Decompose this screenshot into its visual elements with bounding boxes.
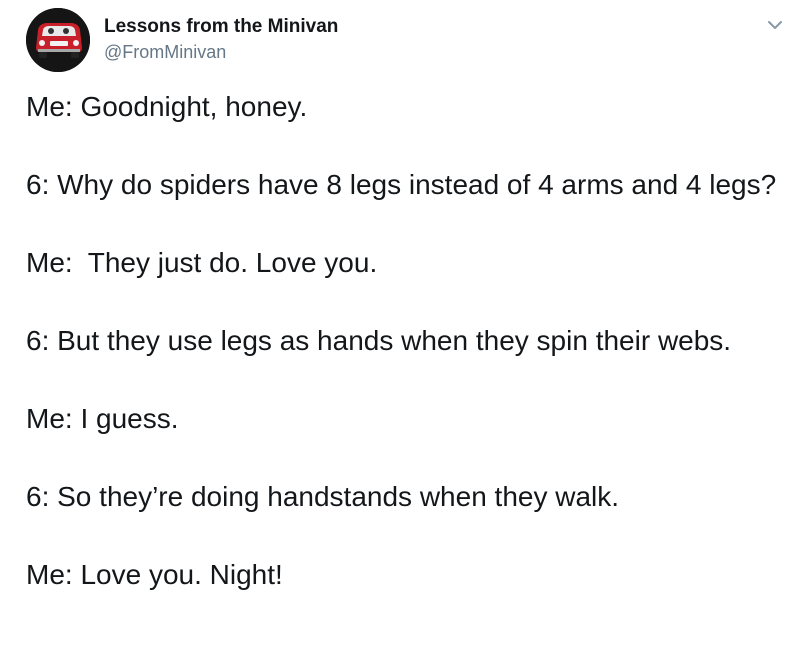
author-display-name[interactable]: Lessons from the Minivan bbox=[104, 16, 338, 38]
tweet-line: Me: I guess. bbox=[26, 403, 179, 434]
chevron-down-icon bbox=[768, 21, 782, 29]
author-handle[interactable]: @FromMinivan bbox=[104, 42, 226, 63]
tweet-text: Me: Goodnight, honey. 6: Why do spiders … bbox=[26, 90, 786, 636]
tweet-line: 6: Why do spiders have 8 legs instead of… bbox=[26, 169, 777, 200]
avatar[interactable] bbox=[26, 8, 90, 72]
tweet-card: Lessons from the Minivan @FromMinivan Me… bbox=[0, 0, 800, 665]
tweet-line: 6: So they’re doing handstands when they… bbox=[26, 481, 620, 512]
tweet-header: Lessons from the Minivan @FromMinivan bbox=[26, 6, 786, 72]
tweet-line: Me: They just do. Love you. bbox=[26, 247, 378, 278]
tweet-line: Me: Love you. Night! bbox=[26, 559, 283, 590]
tweet-line: 6: But they use legs as hands when they … bbox=[26, 325, 732, 356]
tweet-menu-button[interactable] bbox=[764, 14, 786, 36]
tweet-line: Me: Goodnight, honey. bbox=[26, 91, 308, 122]
minivan-avatar-icon bbox=[26, 8, 90, 72]
